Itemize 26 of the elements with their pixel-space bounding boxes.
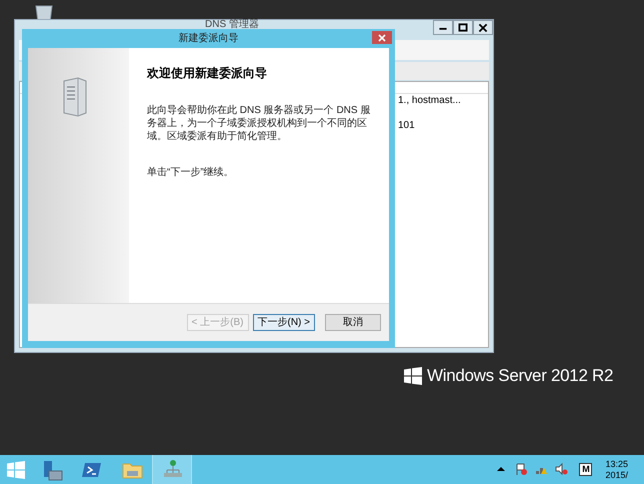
windows-logo-icon: [7, 460, 25, 478]
server-icon: [62, 77, 88, 117]
maximize-icon: [458, 23, 468, 32]
wizard-button[interactable]: 取消: [325, 314, 381, 331]
wizard-heading: 欢迎使用新建委派向导: [147, 65, 268, 82]
wizard-description: 此向导会帮助你在此 DNS 服务器或另一个 DNS 服务器上，为一个子域委派授权机构到一个不同的区域。区域委派有助于简化管理。: [147, 104, 372, 143]
close-icon: [378, 34, 386, 42]
flag-icon[interactable]: [515, 463, 528, 476]
minimize-button[interactable]: [433, 20, 453, 35]
list-cell: 101: [398, 120, 415, 132]
clock-time: 13:25: [605, 458, 628, 470]
close-button[interactable]: [473, 20, 493, 35]
minimize-icon: [439, 28, 447, 30]
input-method-indicator[interactable]: M: [579, 463, 592, 476]
wizard-instruction: 单击“下一步”继续。: [147, 166, 235, 180]
close-icon: [478, 23, 488, 32]
maximize-button[interactable]: [453, 20, 473, 35]
dialog-title: 新建委派向导: [178, 32, 238, 46]
windows-logo-icon: [404, 366, 422, 385]
product-name: Windows Server 2012 R2: [427, 365, 614, 387]
list-cell: 1., hostmast...: [398, 95, 461, 107]
speaker-icon[interactable]: [555, 463, 568, 476]
clock-date: 2015/: [605, 470, 628, 480]
window-title: DNS 管理器: [205, 20, 259, 30]
wizard-button[interactable]: 下一步(N) >: [252, 314, 315, 331]
caret-icon: [497, 467, 506, 471]
